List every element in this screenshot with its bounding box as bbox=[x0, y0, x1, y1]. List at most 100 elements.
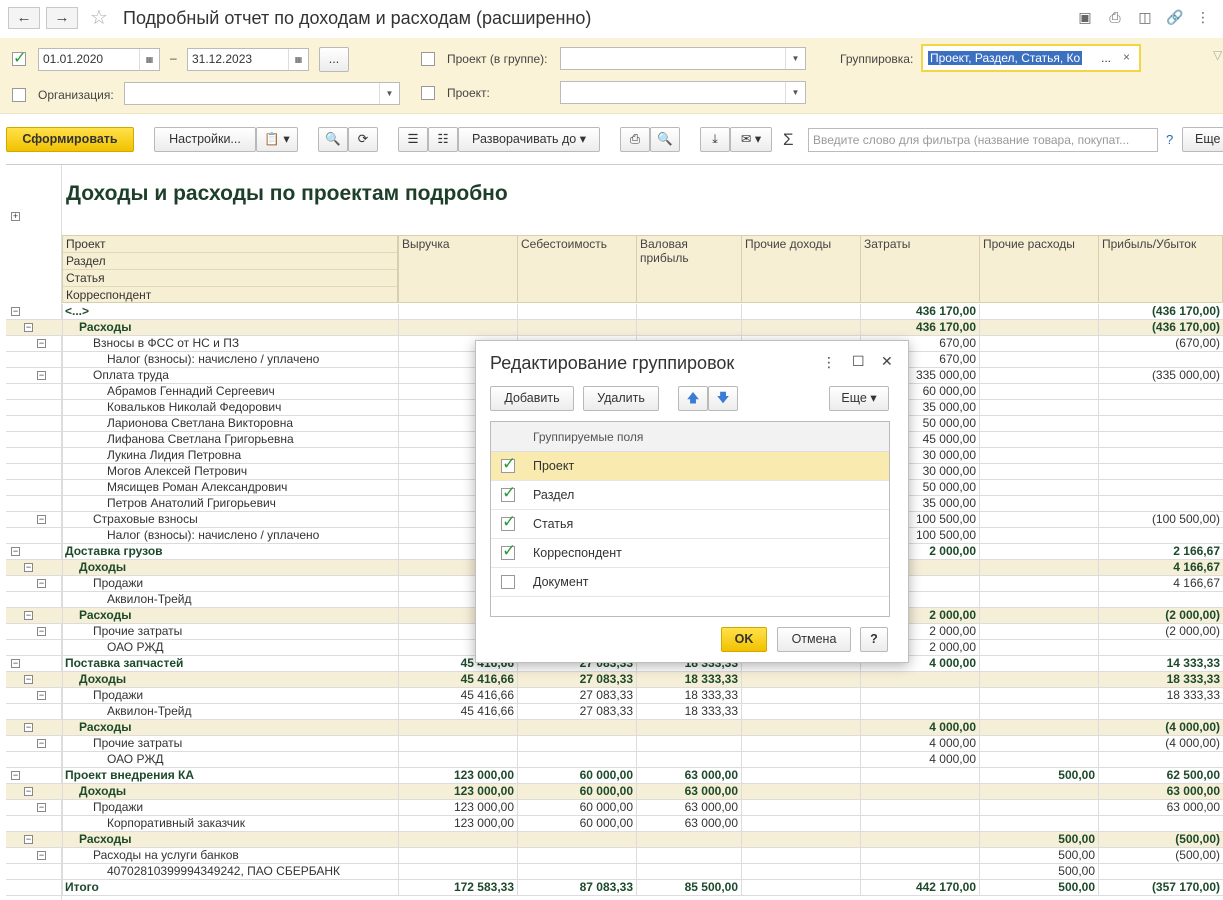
filter-icon[interactable]: ▽ bbox=[1213, 48, 1222, 62]
collapse-toggle-icon[interactable]: − bbox=[37, 339, 46, 348]
expand-groups-icon[interactable]: ☷ bbox=[428, 127, 458, 152]
search-next-icon[interactable]: ⟳ bbox=[348, 127, 378, 152]
settings-button[interactable]: Настройки... bbox=[154, 127, 256, 152]
delete-button[interactable]: Удалить bbox=[583, 386, 659, 411]
field-checkbox[interactable] bbox=[501, 454, 516, 474]
table-row[interactable]: − Проект внедрения КА 123 000,00 60 000,00 6… bbox=[6, 768, 1223, 784]
collapse-toggle-icon[interactable]: − bbox=[37, 515, 46, 524]
chevron-down-icon[interactable]: ▼ bbox=[785, 82, 805, 103]
report-filter-input[interactable]: Введите слово для фильтра (название това… bbox=[808, 128, 1158, 152]
favorite-star-icon[interactable]: ☆ bbox=[90, 5, 108, 30]
collapse-groups-icon[interactable]: ☰ bbox=[398, 127, 428, 152]
collapse-toggle-icon[interactable]: − bbox=[37, 851, 46, 860]
move-down-icon[interactable]: 🡇 bbox=[708, 386, 738, 411]
collapse-toggle-icon[interactable]: − bbox=[11, 547, 20, 556]
chevron-down-icon[interactable]: ▼ bbox=[785, 48, 805, 69]
collapse-toggle-icon[interactable]: − bbox=[24, 675, 33, 684]
add-button[interactable]: Добавить bbox=[490, 386, 574, 411]
forward-button[interactable]: → bbox=[46, 7, 78, 29]
ok-button[interactable]: OK bbox=[721, 627, 767, 652]
expand-to-dropdown[interactable]: Разворачивать до ▾ bbox=[458, 127, 600, 152]
grouping-clear-icon[interactable]: × bbox=[1123, 50, 1130, 64]
collapse-toggle-icon[interactable]: − bbox=[37, 803, 46, 812]
date-from-input[interactable]: 01.01.2020 ▦ bbox=[38, 48, 160, 71]
search-icon[interactable]: 🔍 bbox=[318, 127, 348, 152]
project-checkbox[interactable] bbox=[421, 86, 435, 100]
variants-dropdown-button[interactable]: 📋 ▾ bbox=[256, 127, 298, 152]
print-icon[interactable]: ⎙ bbox=[620, 127, 650, 152]
sum-icon[interactable]: Σ bbox=[783, 130, 794, 150]
dialog-menu-icon[interactable]: ⋮ bbox=[822, 354, 836, 371]
collapse-toggle-icon[interactable]: − bbox=[24, 835, 33, 844]
collapse-toggle-icon[interactable]: − bbox=[37, 691, 46, 700]
period-checkbox[interactable] bbox=[12, 48, 26, 68]
table-row[interactable]: − Доходы 45 416,66 27 083,33 18 333,33 18 333… bbox=[6, 672, 1223, 688]
calendar-icon[interactable]: ▦ bbox=[288, 49, 308, 70]
calendar-icon[interactable]: ▦ bbox=[139, 49, 159, 70]
save-icon[interactable]: ▣ bbox=[1076, 9, 1094, 26]
field-checkbox[interactable] bbox=[501, 483, 516, 503]
project-input[interactable]: ▼ bbox=[560, 81, 806, 104]
table-row[interactable]: − Расходы 436 170,00 (436 170,00) bbox=[6, 320, 1223, 336]
collapse-toggle-icon[interactable]: − bbox=[11, 659, 20, 668]
field-row[interactable]: Проект bbox=[491, 452, 889, 481]
field-checkbox[interactable] bbox=[501, 541, 516, 561]
more-button[interactable]: Еще bbox=[1182, 127, 1223, 152]
email-dropdown-icon[interactable]: ✉ ▾ bbox=[730, 127, 772, 152]
back-button[interactable]: ← bbox=[8, 7, 40, 29]
organization-checkbox[interactable] bbox=[12, 88, 26, 102]
table-row[interactable]: − Продажи 123 000,00 60 000,00 63 000,00 63 0… bbox=[6, 800, 1223, 816]
grouping-field[interactable]: Проект, Раздел, Статья, Ко ... × bbox=[921, 44, 1141, 72]
table-row[interactable]: ОАО РЖД 4 000,00 bbox=[6, 752, 1223, 768]
expand-all-icon[interactable]: + bbox=[11, 212, 20, 221]
table-row[interactable]: − Продажи 45 416,66 27 083,33 18 333,33 18 33… bbox=[6, 688, 1223, 704]
maximize-icon[interactable]: ☐ bbox=[852, 353, 865, 370]
table-row[interactable]: − <...> 436 170,00 (436 170,00) bbox=[6, 304, 1223, 320]
grouping-select-button[interactable]: ... bbox=[1101, 51, 1111, 65]
cancel-button[interactable]: Отмена bbox=[777, 627, 851, 652]
dialog-help-button[interactable]: ? bbox=[860, 627, 888, 652]
collapse-toggle-icon[interactable]: − bbox=[24, 787, 33, 796]
collapse-toggle-icon[interactable]: − bbox=[37, 627, 46, 636]
collapse-toggle-icon[interactable]: − bbox=[11, 771, 20, 780]
print-icon[interactable]: ⎙ bbox=[1106, 9, 1124, 26]
collapse-toggle-icon[interactable]: − bbox=[24, 611, 33, 620]
table-row[interactable]: Итого 172 583,33 87 083,33 85 500,00 442 170… bbox=[6, 880, 1223, 896]
print-preview-icon[interactable]: 🔍 bbox=[650, 127, 680, 152]
table-row[interactable]: − Расходы на услуги банков 500,00 (500,00) bbox=[6, 848, 1223, 864]
generate-button[interactable]: Сформировать bbox=[6, 127, 134, 152]
collapse-toggle-icon[interactable]: − bbox=[24, 723, 33, 732]
field-row[interactable]: Статья bbox=[491, 510, 889, 539]
dialog-more-button[interactable]: Еще ▾ bbox=[829, 386, 889, 411]
download-icon[interactable]: ⤓ bbox=[700, 127, 730, 152]
field-checkbox[interactable] bbox=[501, 512, 516, 532]
project-group-checkbox[interactable] bbox=[421, 52, 435, 66]
table-row[interactable]: − Прочие затраты 4 000,00 (4 000,00) bbox=[6, 736, 1223, 752]
table-row[interactable]: − Доходы 123 000,00 60 000,00 63 000,00 63 00… bbox=[6, 784, 1223, 800]
move-up-icon[interactable]: 🡅 bbox=[678, 386, 708, 411]
project-group-input[interactable]: ▼ bbox=[560, 47, 806, 70]
help-link[interactable]: ? bbox=[1166, 132, 1173, 147]
date-to-input[interactable]: 31.12.2023 ▦ bbox=[187, 48, 309, 71]
table-row[interactable]: Корпоративный заказчик 123 000,00 60 000,0… bbox=[6, 816, 1223, 832]
field-row[interactable]: Документ bbox=[491, 568, 889, 597]
table-row[interactable]: 40702810399994349242, ПАО СБЕРБАНК 500,00 bbox=[6, 864, 1223, 880]
kebab-menu-icon[interactable]: ⋮ bbox=[1194, 9, 1212, 26]
field-row[interactable]: Корреспондент bbox=[491, 539, 889, 568]
field-row[interactable]: Раздел bbox=[491, 481, 889, 510]
period-select-button[interactable]: ... bbox=[319, 47, 349, 72]
collapse-toggle-icon[interactable]: − bbox=[37, 579, 46, 588]
collapse-toggle-icon[interactable]: − bbox=[24, 323, 33, 332]
table-row[interactable]: − Расходы 500,00 (500,00) bbox=[6, 832, 1223, 848]
chevron-down-icon[interactable]: ▼ bbox=[379, 83, 399, 104]
preview-icon[interactable]: ◫ bbox=[1136, 9, 1154, 26]
collapse-toggle-icon[interactable]: − bbox=[37, 739, 46, 748]
table-row[interactable]: − Расходы 4 000,00 (4 000,00) bbox=[6, 720, 1223, 736]
organization-input[interactable]: ▼ bbox=[124, 82, 400, 105]
link-icon[interactable]: 🔗 bbox=[1166, 9, 1184, 26]
close-icon[interactable]: ✕ bbox=[881, 353, 893, 370]
collapse-toggle-icon[interactable]: − bbox=[11, 307, 20, 316]
collapse-toggle-icon[interactable]: − bbox=[37, 371, 46, 380]
field-checkbox[interactable] bbox=[501, 575, 515, 589]
table-row[interactable]: Аквилон-Трейд 45 416,66 27 083,33 18 333,33 bbox=[6, 704, 1223, 720]
